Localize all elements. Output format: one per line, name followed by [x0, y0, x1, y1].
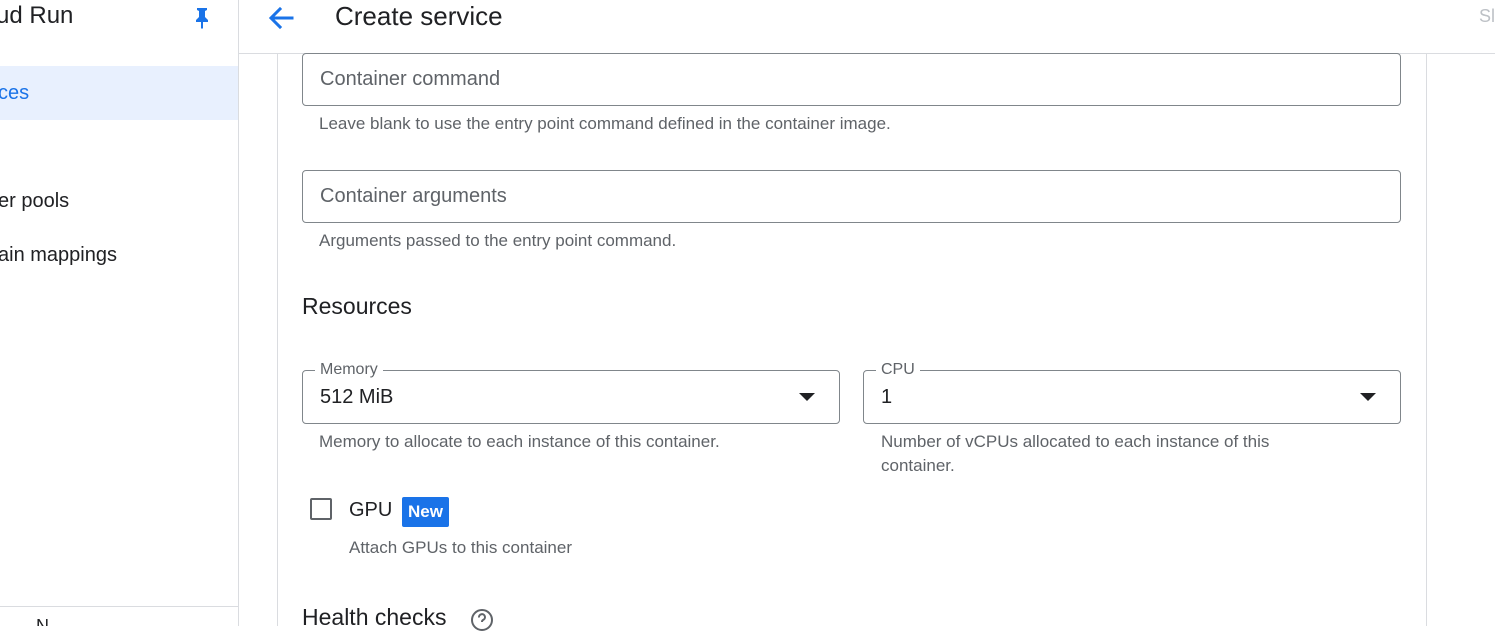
container-arguments-input[interactable]: Container arguments: [302, 170, 1401, 223]
container-arguments-hint: Arguments passed to the entry point comm…: [319, 231, 677, 250]
pin-icon[interactable]: [192, 7, 212, 29]
gpu-label[interactable]: GPU: [349, 499, 392, 522]
sidebar: ud Run ces er pools ain mappings N: [0, 0, 239, 626]
health-checks-heading: Health checks: [302, 604, 447, 630]
back-arrow-icon[interactable]: [265, 3, 297, 33]
sidebar-divider: [0, 606, 238, 607]
sidebar-item-label: er pools: [0, 190, 70, 212]
cpu-select[interactable]: CPU 1: [863, 359, 1401, 424]
container-command-hint: Leave blank to use the entry point comma…: [319, 114, 891, 133]
cpu-hint-line1: Number of vCPUs allocated to each instan…: [881, 432, 1270, 451]
resources-heading: Resources: [302, 293, 412, 319]
sidebar-item-domain-mappings[interactable]: ain mappings: [0, 228, 238, 282]
container-command-input[interactable]: Container command: [302, 53, 1401, 106]
help-icon[interactable]: [470, 608, 494, 632]
sidebar-item-label: ain mappings: [0, 244, 117, 266]
page-title: Create service: [335, 1, 503, 31]
memory-select[interactable]: Memory 512 MiB: [302, 359, 840, 424]
page-header: Create service Sl: [239, 0, 1495, 54]
dropdown-arrow-icon: [1360, 393, 1376, 401]
gpu-hint: Attach GPUs to this container: [349, 538, 572, 557]
sidebar-item-label: ces: [0, 82, 30, 104]
memory-value: 512 MiB: [320, 386, 394, 408]
container-command-placeholder: Container command: [320, 68, 501, 90]
product-title: ud Run: [0, 2, 74, 29]
sidebar-item-worker-pools[interactable]: er pools: [0, 174, 238, 228]
cpu-hint-line2: container.: [881, 456, 955, 475]
gpu-checkbox[interactable]: [310, 498, 332, 520]
container-arguments-placeholder: Container arguments: [320, 185, 507, 207]
sidebar-item-services[interactable]: ces: [0, 66, 238, 120]
dropdown-arrow-icon: [799, 393, 815, 401]
sidebar-footer-text[interactable]: N: [36, 616, 49, 626]
memory-hint: Memory to allocate to each instance of t…: [319, 432, 720, 451]
header-action-text[interactable]: Sl: [1479, 6, 1495, 27]
cpu-value: 1: [881, 386, 893, 408]
new-badge: New: [402, 497, 449, 527]
